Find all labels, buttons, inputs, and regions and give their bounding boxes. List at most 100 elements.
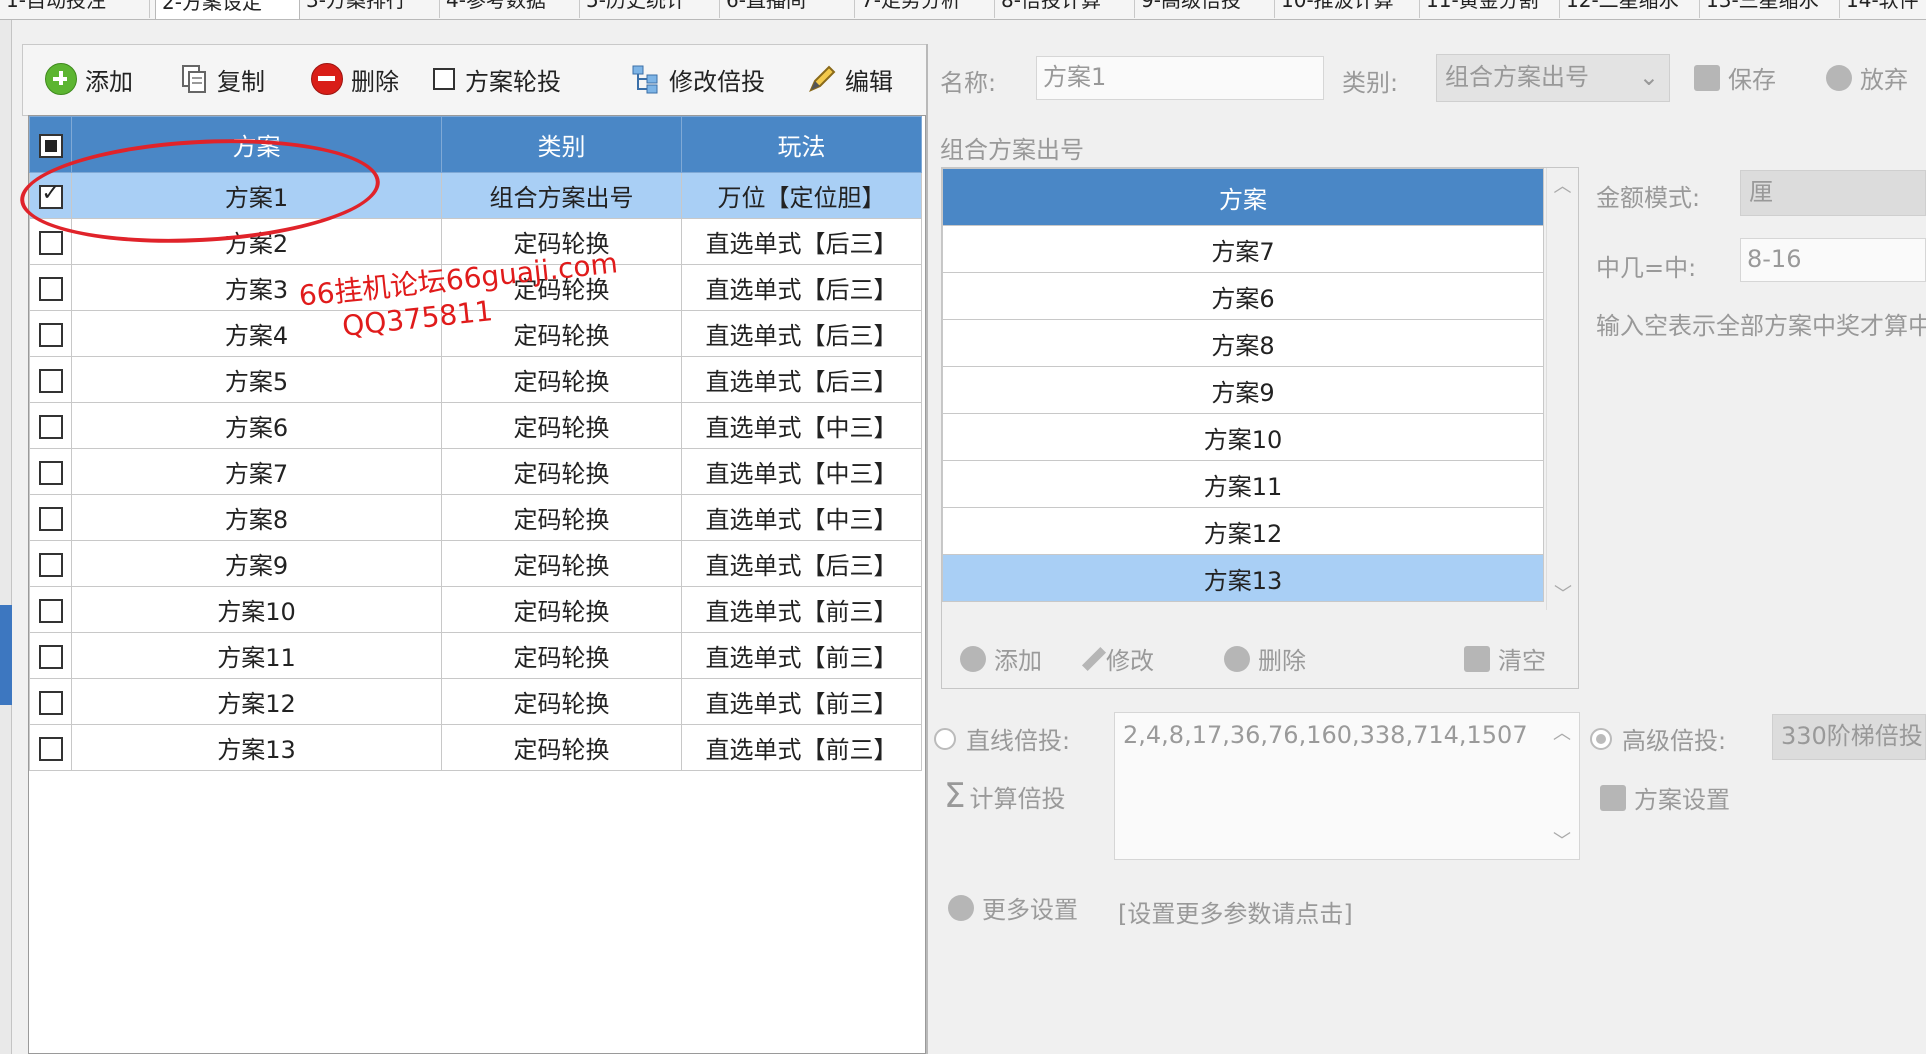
seq-scroll-down-icon[interactable]: ﹀	[1553, 827, 1571, 853]
table-row[interactable]: 方案6 定码轮换 直选单式【中三】	[29, 402, 922, 449]
cell-scheme[interactable]: 方案12	[71, 678, 442, 725]
row-select-cell[interactable]	[29, 356, 72, 403]
linear-multiplier-option[interactable]: 直线倍投:	[934, 721, 1070, 756]
discard-button[interactable]: 放弃	[1826, 60, 1908, 95]
scroll-up-icon[interactable]: ︿	[1547, 172, 1578, 198]
cell-play[interactable]: 直选单式【后三】	[681, 540, 922, 587]
cell-scheme[interactable]: 方案10	[71, 586, 442, 633]
list-item-label[interactable]: 方案6	[942, 272, 1544, 320]
more-settings-button[interactable]: 更多设置	[948, 890, 1078, 925]
row-checkbox[interactable]	[38, 230, 63, 255]
cell-play[interactable]: 直选单式【后三】	[681, 310, 922, 357]
cell-play[interactable]: 直选单式【中三】	[681, 402, 922, 449]
tab-reference-data[interactable]: 4-参考数据	[440, 0, 580, 18]
edit-button[interactable]: 编辑	[807, 59, 893, 99]
select-all-checkbox[interactable]	[38, 133, 63, 158]
cell-type[interactable]: 组合方案出号	[441, 172, 682, 219]
row-select-cell[interactable]	[29, 632, 72, 679]
list-item-label[interactable]: 方案10	[942, 413, 1544, 461]
table-row[interactable]: 方案13 定码轮换 直选单式【前三】	[29, 724, 922, 771]
scroll-down-icon[interactable]: ﹀	[1547, 580, 1579, 606]
cell-scheme[interactable]: 方案9	[71, 540, 442, 587]
calc-multiplier-button[interactable]: Σ 计算倍投	[944, 776, 1065, 816]
cell-play[interactable]: 直选单式【前三】	[681, 632, 922, 679]
cell-scheme[interactable]: 方案13	[71, 724, 442, 771]
table-row[interactable]: 方案11 定码轮换 直选单式【前三】	[29, 632, 922, 679]
list-item-label[interactable]: 方案8	[942, 319, 1544, 367]
tab-two-star-reduce[interactable]: 12-二星缩水	[1560, 0, 1700, 18]
cell-type[interactable]: 定码轮换	[441, 678, 682, 725]
tab-wave-calc[interactable]: 10-推波计算	[1275, 0, 1420, 18]
row-select-cell[interactable]	[29, 264, 72, 311]
cell-play[interactable]: 直选单式【后三】	[681, 264, 922, 311]
table-row[interactable]: 方案7 定码轮换 直选单式【中三】	[29, 448, 922, 495]
advanced-radio[interactable]	[1590, 727, 1612, 750]
combo-list-scrollbar[interactable]: ︿ ﹀	[1546, 168, 1578, 610]
table-row[interactable]: 方案10 定码轮换 直选单式【前三】	[29, 586, 922, 633]
cell-type[interactable]: 定码轮换	[441, 448, 682, 495]
list-item-label[interactable]: 方案12	[942, 507, 1544, 555]
cell-scheme[interactable]: 方案6	[71, 402, 442, 449]
table-row[interactable]: 方案9 定码轮换 直选单式【后三】	[29, 540, 922, 587]
tab-history-stats[interactable]: 5-历史统计	[580, 0, 720, 18]
type-select[interactable]: 组合方案出号 ⌄	[1436, 54, 1670, 102]
cell-play[interactable]: 直选单式【前三】	[681, 586, 922, 633]
table-row[interactable]: 方案12 定码轮换 直选单式【前三】	[29, 678, 922, 725]
name-field[interactable]: 方案1	[1036, 56, 1324, 100]
cell-play[interactable]: 直选单式【中三】	[681, 494, 922, 541]
tab-software[interactable]: 14-软件	[1840, 0, 1926, 18]
row-checkbox[interactable]	[38, 368, 63, 393]
list-item-label[interactable]: 方案11	[942, 460, 1544, 508]
list-item[interactable]: 方案6	[942, 272, 1544, 320]
list-item[interactable]: 方案9	[942, 366, 1544, 414]
table-row[interactable]: 方案5 定码轮换 直选单式【后三】	[29, 356, 922, 403]
cell-scheme[interactable]: 方案5	[71, 356, 442, 403]
row-checkbox[interactable]	[38, 506, 63, 531]
add-button[interactable]: 添加	[45, 59, 133, 99]
tab-advanced-multiplier[interactable]: 9-高级倍投	[1135, 0, 1275, 18]
header-play[interactable]: 玩法	[681, 116, 922, 173]
cell-play[interactable]: 直选单式【后三】	[681, 218, 922, 265]
tab-scheme-settings[interactable]: 2-方案设定	[155, 0, 300, 19]
rotate-checkbox[interactable]	[433, 68, 455, 90]
linear-radio[interactable]	[934, 727, 956, 750]
list-item[interactable]: 方案8	[942, 319, 1544, 367]
inner-modify-button[interactable]: 修改	[1081, 641, 1154, 676]
hit-field[interactable]: 8-16	[1740, 238, 1926, 282]
cell-type[interactable]: 定码轮换	[441, 632, 682, 679]
cell-play[interactable]: 直选单式【中三】	[681, 448, 922, 495]
delete-button[interactable]: 删除	[311, 59, 399, 99]
list-item[interactable]: 方案10	[942, 413, 1544, 461]
advanced-multiplier-option[interactable]: 高级倍投:	[1590, 721, 1726, 756]
rotate-toggle[interactable]: 方案轮投	[433, 59, 561, 99]
cell-play[interactable]: 直选单式【前三】	[681, 678, 922, 725]
tab-auto-bet[interactable]: 1-自动投注	[0, 0, 150, 18]
cell-type[interactable]: 定码轮换	[441, 356, 682, 403]
cell-play[interactable]: 万位【定位胆】	[681, 172, 922, 219]
cell-type[interactable]: 定码轮换	[441, 724, 682, 771]
list-item-label[interactable]: 方案7	[942, 225, 1544, 273]
cell-play[interactable]: 直选单式【前三】	[681, 724, 922, 771]
advanced-multiplier-select[interactable]: 330阶梯倍投	[1772, 714, 1926, 760]
row-checkbox[interactable]	[38, 460, 63, 485]
row-select-cell[interactable]	[29, 310, 72, 357]
more-settings-hint[interactable]: [设置更多参数请点击]	[1118, 894, 1353, 929]
row-checkbox[interactable]	[38, 736, 63, 761]
row-checkbox[interactable]	[38, 644, 63, 669]
row-select-cell[interactable]	[29, 494, 72, 541]
tab-three-star-reduce[interactable]: 13-三星缩水	[1700, 0, 1840, 18]
cell-type[interactable]: 定码轮换	[441, 494, 682, 541]
list-item-label[interactable]: 方案13	[942, 554, 1544, 602]
row-checkbox[interactable]	[38, 322, 63, 347]
list-item-label[interactable]: 方案9	[942, 366, 1544, 414]
tab-golden-ratio[interactable]: 11-黄金分割	[1420, 0, 1560, 18]
row-checkbox[interactable]	[38, 552, 63, 577]
combo-header-scheme[interactable]: 方案	[942, 168, 1544, 226]
copy-button[interactable]: 复制	[179, 59, 265, 99]
row-checkbox[interactable]	[38, 690, 63, 715]
cell-scheme[interactable]: 方案11	[71, 632, 442, 679]
scheme-settings-button[interactable]: 方案设置	[1600, 780, 1730, 815]
list-item[interactable]: 方案11	[942, 460, 1544, 508]
list-item[interactable]: 方案13	[942, 554, 1544, 602]
row-select-cell[interactable]	[29, 448, 72, 495]
